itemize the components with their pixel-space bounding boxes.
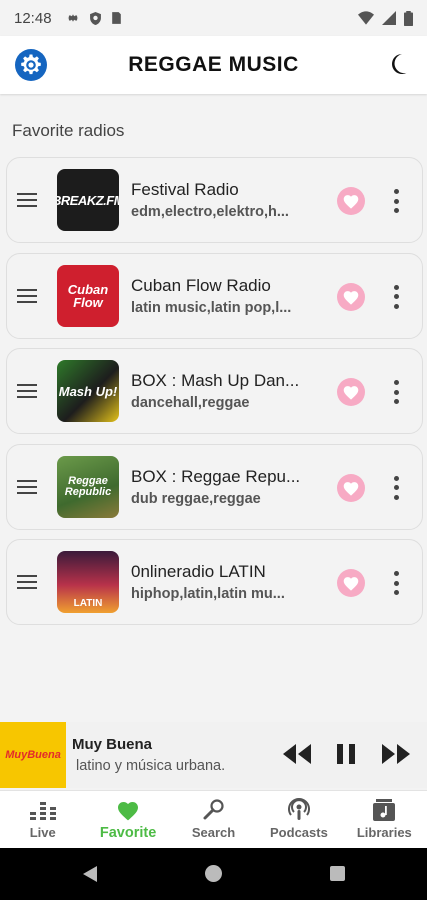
wifi-icon <box>358 11 374 25</box>
battery-icon <box>404 10 413 26</box>
favorite-radio-list: BREAKZ.FM Festival Radio edm,electro,ele… <box>6 157 423 635</box>
drag-handle-icon[interactable] <box>17 575 37 591</box>
radio-logo-text: BREAKZ.FM <box>57 192 119 208</box>
radio-logo: Cuban Flow <box>57 264 119 327</box>
radio-tags: latin music,latin pop,l... <box>131 299 292 316</box>
drag-handle-icon[interactable] <box>17 193 37 209</box>
heart-icon <box>118 802 139 821</box>
back-icon[interactable] <box>82 865 98 883</box>
radio-logo: Mash Up! <box>57 360 119 422</box>
nav-item-search[interactable]: Search <box>171 791 256 848</box>
radio-card[interactable]: BREAKZ.FM Festival Radio edm,electro,ele… <box>6 157 423 243</box>
heart-icon <box>343 290 359 305</box>
page-title: REGGAE MUSIC <box>128 53 299 76</box>
pause-icon[interactable] <box>334 742 358 766</box>
heart-icon <box>343 481 359 496</box>
radio-card[interactable]: Cuban Flow Cuban Flow Radio latin music,… <box>6 252 423 339</box>
radio-tags: dub reggae,reggae <box>131 490 261 507</box>
more-options-icon[interactable] <box>389 283 403 311</box>
player-description: latino y música urbana. <box>76 758 226 774</box>
status-bar: 12:48 <box>0 0 427 36</box>
more-options-icon[interactable] <box>389 378 403 406</box>
radio-card[interactable]: Mash Up! BOX : Mash Up Dan... dancehall,… <box>6 348 423 434</box>
player-station-name: Muy Buena <box>72 736 153 753</box>
nav-label-libraries: Libraries <box>356 825 412 840</box>
heart-icon <box>343 195 359 209</box>
drag-handle-icon[interactable] <box>17 384 37 400</box>
radio-name: BOX : Reggae Repu... <box>131 466 301 486</box>
radio-name: BOX : Mash Up Dan... <box>131 371 300 390</box>
favorite-heart-button[interactable] <box>337 473 365 502</box>
nav-label-search: Search <box>191 825 236 840</box>
nav-item-live[interactable]: Live <box>0 791 85 848</box>
radio-logo: BREAKZ.FM <box>57 169 119 231</box>
radio-logo-text: Cuban Flow <box>67 281 109 310</box>
nav-label-podcasts: Podcasts <box>270 825 328 840</box>
signal-icon <box>382 11 396 25</box>
favorite-heart-button[interactable] <box>337 187 365 215</box>
nav-item-libraries[interactable]: Libraries <box>342 791 427 848</box>
mini-player[interactable]: MuyBuena Muy Buena latino y música urban… <box>0 722 427 788</box>
favorite-heart-button[interactable] <box>337 378 365 406</box>
sim-status-icon <box>111 12 121 24</box>
podcast-icon <box>287 798 310 820</box>
heart-icon <box>343 577 359 591</box>
section-title: Favorite radios <box>12 121 125 140</box>
radio-tags: dancehall,reggae <box>131 395 250 411</box>
nav-item-podcasts[interactable]: Podcasts <box>256 791 341 848</box>
home-icon[interactable] <box>205 865 222 882</box>
drag-handle-icon[interactable] <box>17 288 37 305</box>
more-options-icon[interactable] <box>389 474 403 502</box>
radio-tags: edm,electro,elektro,h... <box>131 204 289 220</box>
radio-logo: LATIN <box>57 551 119 613</box>
favorite-heart-button[interactable] <box>337 569 365 597</box>
status-time: 12:48 <box>14 9 52 27</box>
more-options-icon[interactable] <box>389 187 403 215</box>
nav-label-favorite: Favorite <box>99 825 157 841</box>
equalizer-icon <box>29 802 56 820</box>
radio-logo-text: LATIN <box>73 598 103 609</box>
more-options-icon[interactable] <box>389 569 403 597</box>
app-bar: REGGAE MUSIC <box>0 36 427 94</box>
rewind-icon[interactable] <box>282 742 312 766</box>
shield-status-icon <box>89 11 101 25</box>
radio-name: 0nlineradio LATIN <box>131 562 266 581</box>
radio-name: Festival Radio <box>131 180 239 199</box>
search-mic-icon <box>203 799 224 820</box>
radio-logo: Reggae Republic <box>57 455 119 518</box>
radio-tags: hiphop,latin,latin mu... <box>131 586 285 602</box>
fast-forward-icon[interactable] <box>381 742 411 766</box>
player-artwork-text: MuyBuena <box>5 749 61 761</box>
radio-card[interactable]: LATIN 0nlineradio LATIN hiphop,latin,lat… <box>6 539 423 625</box>
recent-apps-icon[interactable] <box>330 866 345 881</box>
player-artwork: MuyBuena <box>0 722 66 788</box>
bottom-navigation: Live Favorite Search Podcasts Libraries <box>0 790 427 848</box>
radio-name: Cuban Flow Radio <box>131 275 271 295</box>
gear-status-icon <box>67 14 78 22</box>
radio-logo-text: Reggae Republic <box>64 474 112 498</box>
radio-logo-text: Mash Up! <box>58 383 118 399</box>
system-navigation-bar <box>0 848 427 900</box>
drag-handle-icon[interactable] <box>17 479 37 496</box>
radio-card[interactable]: Reggae Republic BOX : Reggae Repu... dub… <box>6 443 423 530</box>
dark-mode-moon-icon[interactable] <box>388 52 412 76</box>
favorite-heart-button[interactable] <box>337 282 365 311</box>
heart-icon <box>343 386 359 400</box>
settings-gear-icon[interactable] <box>15 49 47 81</box>
library-icon <box>373 799 396 821</box>
nav-item-favorite[interactable]: Favorite <box>85 791 170 848</box>
nav-label-live: Live <box>29 825 56 840</box>
